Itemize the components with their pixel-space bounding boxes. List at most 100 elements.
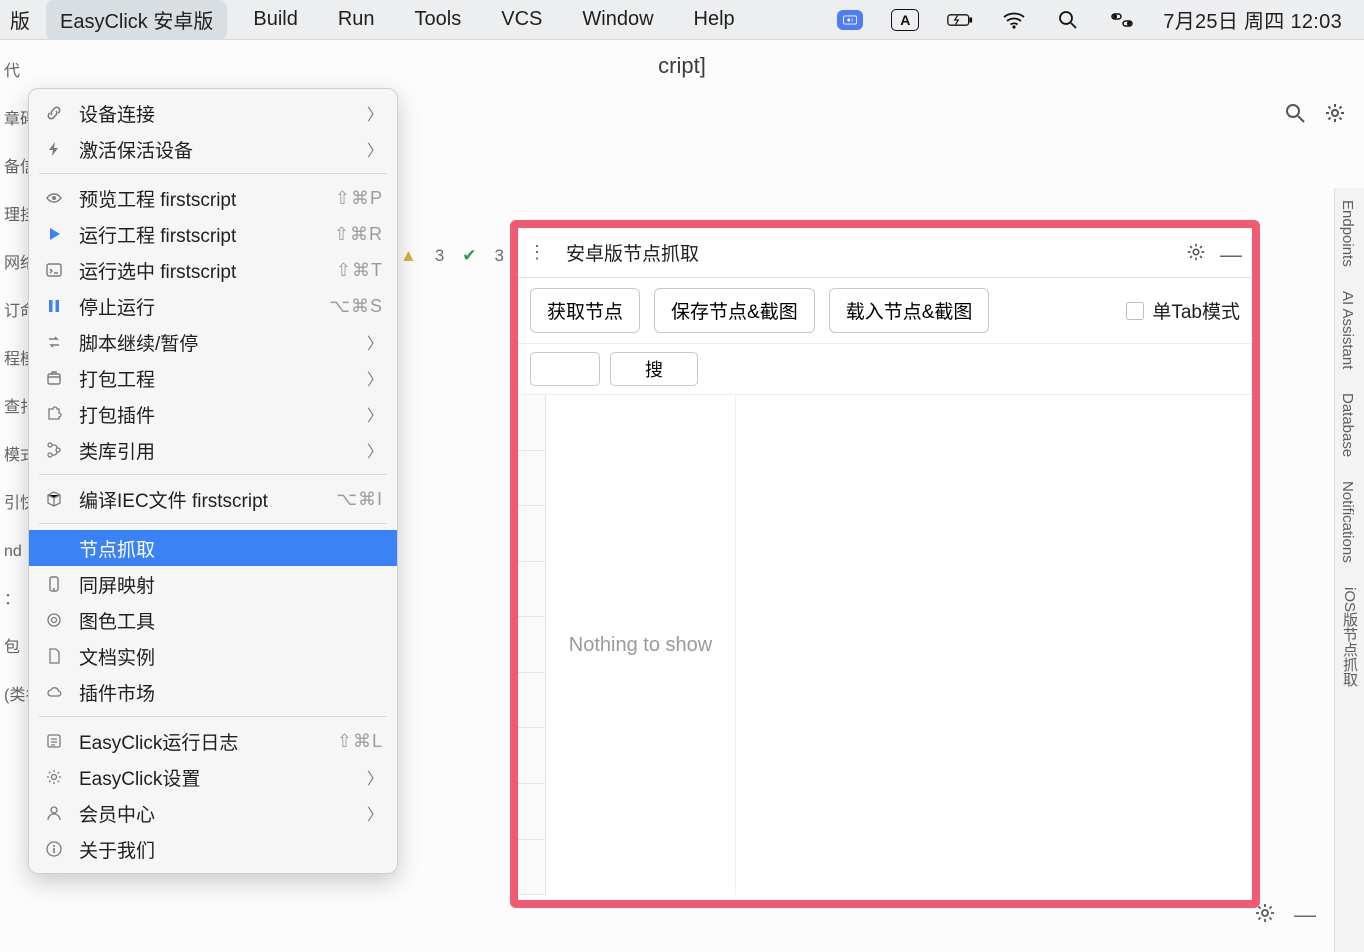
menu-item-label: 设备连接 xyxy=(79,100,353,127)
ios-capture-tab[interactable]: iOS版节点抓取 xyxy=(1335,575,1364,699)
menu-item[interactable]: 插件市场 xyxy=(29,674,397,710)
checkmark-icon[interactable]: ✔ xyxy=(462,246,476,266)
search-button[interactable]: 搜 xyxy=(610,352,698,386)
menu-separator xyxy=(39,474,387,475)
endpoints-tab[interactable]: Endpoints xyxy=(1335,188,1360,279)
menu-easyclick[interactable]: EasyClick 安卓版 xyxy=(46,0,227,40)
gear-icon[interactable] xyxy=(1324,102,1348,126)
menu-tools[interactable]: Tools xyxy=(395,0,482,40)
more-icon[interactable]: ⋮ xyxy=(528,242,550,264)
menu-item-label: 节点抓取 xyxy=(79,535,383,562)
menu-item-label: 文档实例 xyxy=(79,643,383,670)
box-icon xyxy=(43,367,65,389)
menu-build[interactable]: Build xyxy=(233,0,317,40)
menu-item[interactable]: 打包工程〉 xyxy=(29,360,397,396)
menu-item[interactable]: 激活保活设备〉 xyxy=(29,131,397,167)
menu-item[interactable]: 停止运行⌥⌘S xyxy=(29,288,397,324)
easyclick-menu-dropdown: 设备连接〉激活保活设备〉预览工程 firstscript⇧⌘P运行工程 firs… xyxy=(28,88,398,874)
menu-truncated[interactable]: 版 xyxy=(4,0,40,40)
menu-item[interactable]: 图色工具 xyxy=(29,602,397,638)
phone-icon xyxy=(43,573,65,595)
bolt-icon xyxy=(43,138,65,160)
menu-run[interactable]: Run xyxy=(318,0,395,40)
load-nodes-button[interactable]: 载入节点&截图 xyxy=(829,288,990,333)
doc-icon xyxy=(43,645,65,667)
search-icon[interactable] xyxy=(1055,10,1081,30)
menu-item[interactable]: 文档实例 xyxy=(29,638,397,674)
user-icon xyxy=(43,802,65,824)
menu-item[interactable]: 脚本继续/暂停〉 xyxy=(29,324,397,360)
menu-item[interactable]: 设备连接〉 xyxy=(29,95,397,131)
panel-body: Nothing to show xyxy=(518,395,1252,895)
warning-icon[interactable]: ▲ xyxy=(400,246,417,266)
minimize-icon[interactable]: — xyxy=(1294,902,1318,926)
search-input[interactable] xyxy=(530,352,600,386)
menu-shortcut: ⇧⌘R xyxy=(334,224,383,245)
minimize-icon[interactable]: — xyxy=(1220,242,1242,264)
menu-item-label: 打包插件 xyxy=(79,401,353,428)
menu-item[interactable]: 编译IEC文件 firstscript⌥⌘I xyxy=(29,481,397,517)
ide-window: cript] ▲3 ✔3 Endpoints AI Assistant Data… xyxy=(0,40,1364,952)
input-source-icon[interactable]: A xyxy=(891,9,919,31)
menu-item-label: 运行选中 firstscript xyxy=(79,257,322,284)
gear-icon[interactable] xyxy=(1186,242,1208,264)
menu-item[interactable]: 同屏映射 xyxy=(29,566,397,602)
menu-item[interactable]: 打包插件〉 xyxy=(29,396,397,432)
menu-vcs[interactable]: VCS xyxy=(481,0,562,40)
menu-item[interactable]: 关于我们 xyxy=(29,831,397,867)
menu-item[interactable]: 类库引用〉 xyxy=(29,432,397,468)
log-icon xyxy=(43,730,65,752)
bottom-icon-row: — xyxy=(0,894,1328,934)
node-capture-panel: ⋮ 安卓版节点抓取 — 获取节点 保存节点&截图 载入节点&截图 单Tab模式 … xyxy=(510,220,1260,908)
status-tray: A 7月25日 周四 12:03 xyxy=(837,5,1360,34)
menu-item-label: 会员中心 xyxy=(79,800,353,827)
menu-item[interactable]: 节点抓取 xyxy=(29,530,397,566)
control-center-icon[interactable] xyxy=(1109,10,1135,30)
chevron-right-icon: 〉 xyxy=(367,101,383,125)
battery-icon[interactable] xyxy=(947,10,973,30)
menu-item-label: 打包工程 xyxy=(79,365,353,392)
notifications-tab[interactable]: Notifications xyxy=(1335,469,1360,575)
panel-title: 安卓版节点抓取 xyxy=(562,239,1174,266)
menu-shortcut: ⇧⌘L xyxy=(337,731,383,752)
menu-item-label: 图色工具 xyxy=(79,607,383,634)
cube-icon xyxy=(43,488,65,510)
screenshare-icon[interactable] xyxy=(837,10,863,30)
target-icon xyxy=(43,609,65,631)
eye-icon xyxy=(43,187,65,209)
database-tab[interactable]: Database xyxy=(1335,381,1360,469)
ai-assistant-tab[interactable]: AI Assistant xyxy=(1335,279,1360,381)
menu-item[interactable]: EasyClick设置〉 xyxy=(29,759,397,795)
editor-peek-line: 代 xyxy=(4,48,36,96)
menu-item[interactable]: 运行工程 firstscript ⇧⌘R xyxy=(29,216,397,252)
menu-item[interactable]: 运行选中 firstscript⇧⌘T xyxy=(29,252,397,288)
menubar-clock[interactable]: 7月25日 周四 12:03 xyxy=(1163,5,1342,34)
menu-item-label: 插件市场 xyxy=(79,679,383,706)
menu-item-label: 运行工程 firstscript xyxy=(79,221,320,248)
menu-item-label: 停止运行 xyxy=(79,293,315,320)
menu-item[interactable]: EasyClick运行日志⇧⌘L xyxy=(29,723,397,759)
wifi-icon[interactable] xyxy=(1001,10,1027,30)
menu-item-label: EasyClick设置 xyxy=(79,764,353,791)
menu-item[interactable]: 会员中心〉 xyxy=(29,795,397,831)
single-tab-toggle[interactable]: 单Tab模式 xyxy=(1126,297,1240,324)
puzzle-icon xyxy=(43,403,65,425)
gear-icon xyxy=(43,766,65,788)
save-nodes-button[interactable]: 保存节点&截图 xyxy=(654,288,815,333)
menu-separator xyxy=(39,716,387,717)
gear-icon[interactable] xyxy=(1254,902,1278,926)
console-icon xyxy=(43,259,65,281)
checkbox-icon[interactable] xyxy=(1126,302,1144,320)
panel-toolbar: 获取节点 保存节点&截图 载入节点&截图 单Tab模式 xyxy=(518,278,1252,344)
menu-item[interactable]: 预览工程 firstscript⇧⌘P xyxy=(29,180,397,216)
menu-item-label: 激活保活设备 xyxy=(79,136,353,163)
mac-menubar: 版 EasyClick 安卓版 Build Run Tools VCS Wind… xyxy=(0,0,1364,40)
fetch-nodes-button[interactable]: 获取节点 xyxy=(530,288,640,333)
pass-count: 3 xyxy=(495,246,504,266)
swap-icon xyxy=(43,331,65,353)
inspection-indicators: ▲3 ✔3 xyxy=(400,246,504,266)
menu-window[interactable]: Window xyxy=(562,0,673,40)
menu-help[interactable]: Help xyxy=(674,0,755,40)
tree-icon xyxy=(43,439,65,461)
search-icon[interactable] xyxy=(1284,102,1308,126)
